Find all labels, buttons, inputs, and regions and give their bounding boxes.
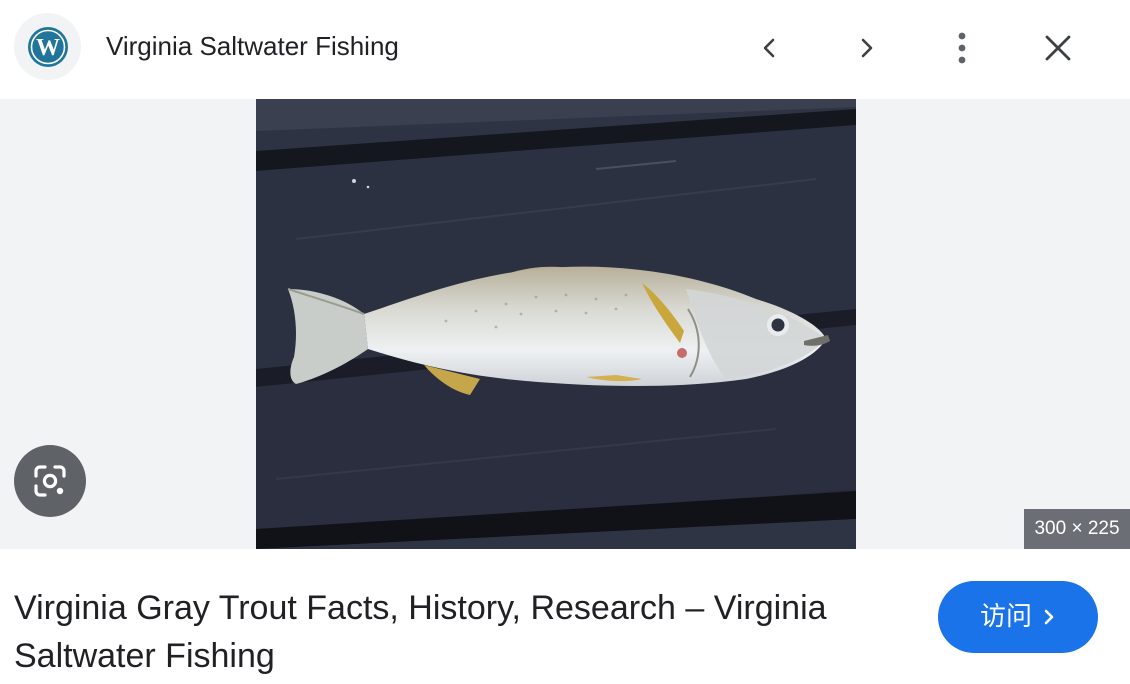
chevron-right-icon [1044,609,1054,625]
image-dimensions-badge: 300 × 225 [1024,509,1130,549]
result-title-link[interactable]: Virginia Gray Trout Facts, History, Rese… [14,584,904,680]
close-button[interactable] [1032,22,1084,74]
svg-text:W: W [36,35,60,61]
image-preview-area: 300 × 225 [0,99,1130,549]
fish-photo[interactable] [256,99,856,549]
preview-header: W Virginia Saltwater Fishing [0,0,1130,99]
visit-button[interactable]: 访问 [938,581,1098,653]
lens-search-button[interactable] [14,445,86,517]
close-icon [1045,35,1071,61]
more-vert-icon [958,32,966,64]
chevron-right-icon [861,38,873,58]
visit-button-label: 访问 [979,602,1032,632]
site-name[interactable]: Virginia Saltwater Fishing [106,30,399,62]
chevron-left-icon [763,38,775,58]
site-logo: W [14,13,81,80]
next-button[interactable] [840,22,892,74]
google-lens-icon [34,465,66,497]
more-options-button[interactable] [936,22,988,74]
previous-button[interactable] [744,22,796,74]
wordpress-logo-icon: W [27,26,68,67]
